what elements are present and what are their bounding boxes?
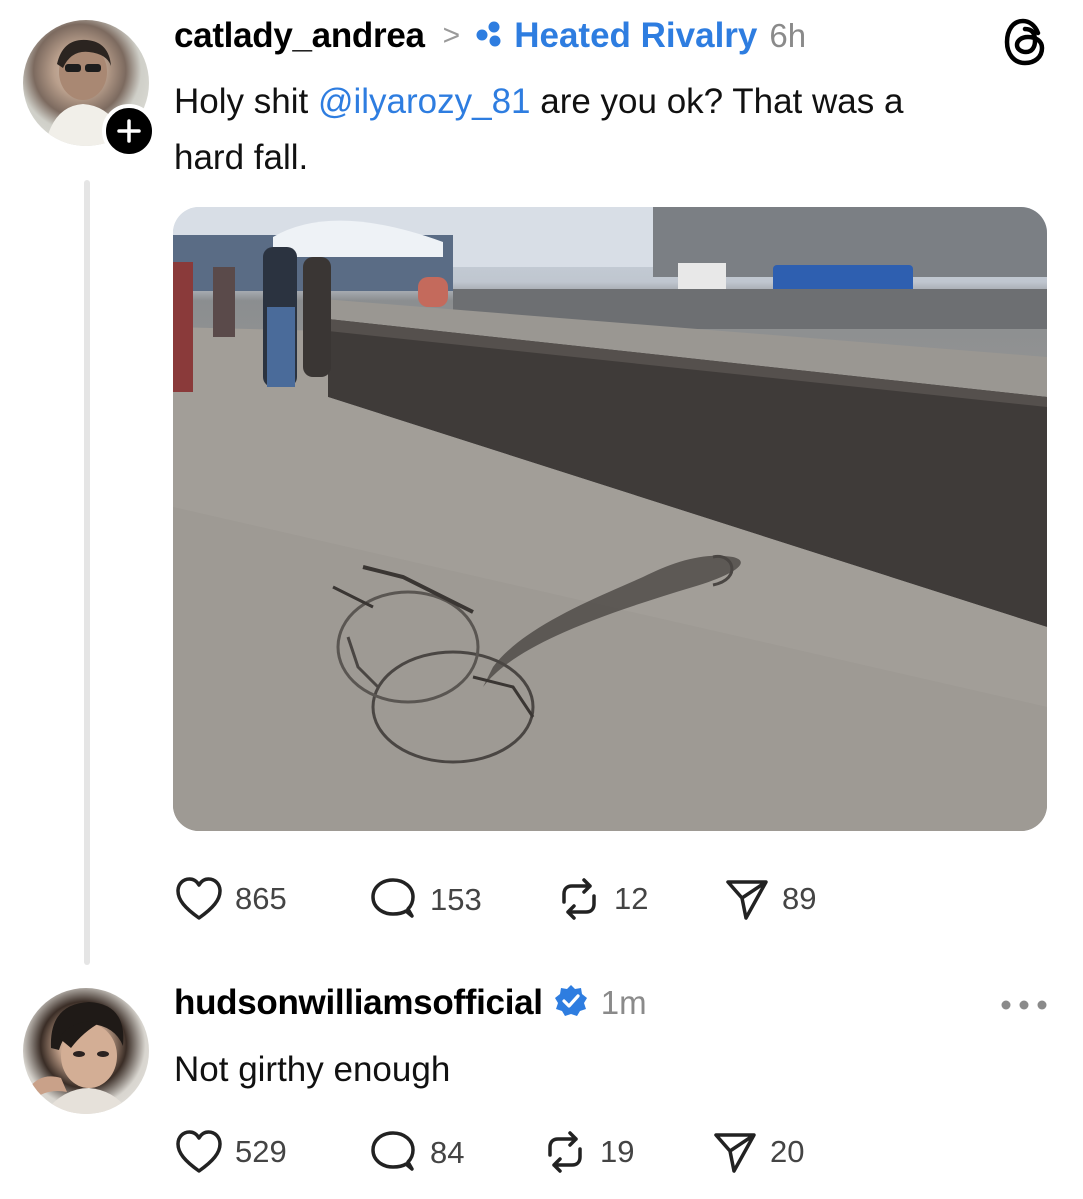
breadcrumb-separator: >: [442, 19, 461, 52]
reply-username[interactable]: hudsonwilliamsofficial: [174, 983, 543, 1023]
heart-icon: [176, 877, 222, 920]
reply-reply-button[interactable]: 84: [368, 1129, 464, 1177]
send-icon: [714, 1133, 756, 1173]
post-header: catlady_andrea > Heated Rivalry 6h: [174, 13, 806, 59]
reply-share-button[interactable]: 20: [712, 1129, 804, 1175]
reply-repost-count: 19: [600, 1134, 635, 1169]
reply-like-count: 529: [235, 1134, 287, 1169]
send-icon: [726, 880, 768, 920]
like-count: 865: [235, 881, 287, 916]
repost-count: 12: [614, 881, 649, 916]
mention-link[interactable]: @ilyarozy_81: [318, 82, 531, 121]
heart-icon: [176, 1130, 222, 1173]
share-button[interactable]: 89: [724, 876, 816, 922]
reply-button[interactable]: 153: [368, 876, 482, 924]
post-username[interactable]: catlady_andrea: [174, 16, 425, 56]
share-count: 89: [782, 881, 817, 916]
follow-button[interactable]: [102, 104, 156, 158]
reply-header: hudsonwilliamsofficial 1m: [174, 980, 647, 1026]
post-text: Holy shit @ilyarozy_81 are you ok? That …: [174, 74, 1034, 186]
post-time: 6h: [769, 17, 807, 54]
comment-icon: [371, 878, 415, 918]
verified-badge-icon: [553, 983, 589, 1024]
reply-count: 153: [430, 882, 482, 917]
post-text-line2: hard fall.: [174, 138, 309, 177]
reply-text: Not girthy enough: [174, 1050, 451, 1089]
thread-line: [84, 180, 90, 965]
reply-avatar[interactable]: [23, 988, 149, 1114]
like-button[interactable]: 865: [175, 876, 287, 922]
post-text-line1: Holy shit @ilyarozy_81 are you ok? That …: [174, 74, 1034, 130]
community-dots-icon: [474, 20, 506, 53]
plus-icon: [117, 119, 141, 143]
repost-icon: [562, 878, 596, 920]
reply-reply-count: 84: [430, 1135, 465, 1170]
post-image[interactable]: [173, 207, 1047, 831]
reply-like-button[interactable]: 529: [175, 1129, 287, 1175]
post-text-prefix: Holy shit: [174, 82, 318, 121]
reply-time: 1m: [600, 984, 647, 1021]
reply-share-count: 20: [770, 1134, 805, 1169]
comment-icon: [371, 1131, 415, 1171]
repost-icon: [548, 1131, 582, 1173]
threads-logo-icon[interactable]: [1003, 17, 1049, 72]
more-icon[interactable]: [1000, 998, 1048, 1017]
community-link[interactable]: Heated Rivalry: [514, 16, 757, 56]
repost-button[interactable]: 12: [556, 876, 648, 922]
post-text-suffix: are you ok? That was a: [530, 82, 904, 121]
reply-repost-button[interactable]: 19: [542, 1129, 634, 1175]
